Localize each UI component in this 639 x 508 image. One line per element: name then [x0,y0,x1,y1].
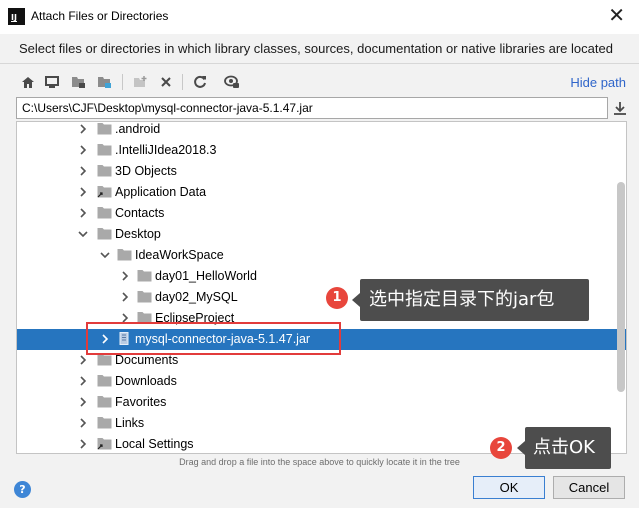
cancel-button[interactable]: Cancel [553,476,625,499]
chevron-right-icon[interactable] [119,291,131,303]
annotation-badge-2: 2 [490,437,512,459]
folder-icon [97,122,112,135]
chevron-right-icon[interactable] [77,144,89,156]
tree-row[interactable]: Application Data [17,182,626,203]
annotation-callout-1: 选中指定目录下的jar包 [352,279,589,321]
tree-row-label: 3D Objects [115,164,177,178]
tree-row-label: .IntelliJIdea2018.3 [115,143,217,157]
chevron-right-icon[interactable] [77,207,89,219]
folder-link-icon [97,185,112,198]
tree-row-label: Contacts [115,206,165,220]
tree-row-label: Downloads [115,374,177,388]
chevron-right-icon[interactable] [77,186,89,198]
chevron-right-icon[interactable] [77,438,89,450]
window-title: Attach Files or Directories [31,9,169,23]
module-folder-icon[interactable] [94,72,114,92]
chevron-right-icon[interactable] [77,417,89,429]
tree-row[interactable]: .IntelliJIdea2018.3 [17,140,626,161]
close-icon[interactable]: ✕ [608,5,625,25]
help-icon[interactable]: ? [14,481,31,498]
tree-row[interactable]: .android [17,122,626,140]
tree-row-label: Favorites [115,395,167,409]
dialog-description: Select files or directories in which lib… [19,41,613,56]
annotation-badge-1: 1 [326,287,348,309]
tree-row-label: Links [115,416,145,430]
home-icon[interactable] [18,72,38,92]
chevron-down-icon[interactable] [99,249,111,261]
folder-icon [137,269,152,282]
folder-icon [97,395,112,408]
tree-row[interactable]: Contacts [17,203,626,224]
chevron-right-icon[interactable] [77,375,89,387]
folder-icon [117,248,132,261]
tree-row[interactable]: Favorites [17,392,626,413]
project-folder-icon[interactable] [68,72,88,92]
ok-button[interactable]: OK [473,476,545,499]
folder-icon [97,227,112,240]
tree-row-label: IdeaWorkSpace [135,248,224,262]
tree-row-label: Application Data [115,185,207,199]
chevron-right-icon[interactable] [77,396,89,408]
tree-row[interactable]: 3D Objects [17,161,626,182]
toolbar-separator [182,74,183,90]
tree-row[interactable]: Downloads [17,371,626,392]
tree-row-label: Documents [115,353,179,367]
selection-highlight-box [86,322,341,355]
hide-path-link[interactable]: Hide path [570,75,626,90]
download-icon[interactable] [611,99,629,117]
annotation-callout-2: 点击OK [517,427,611,469]
chevron-right-icon[interactable] [77,354,89,366]
folder-icon [97,206,112,219]
folder-icon [97,164,112,177]
tree-row[interactable]: Desktop [17,224,626,245]
chevron-down-icon[interactable] [77,228,89,240]
new-folder-icon[interactable] [130,72,150,92]
divider [0,63,639,64]
tree-scrollbar[interactable] [617,182,625,392]
folder-link-icon [97,437,112,450]
tree-row[interactable]: IdeaWorkSpace [17,245,626,266]
tree-row-label: day02_MySQL [155,290,238,304]
chevron-right-icon[interactable] [77,165,89,177]
folder-icon [137,290,152,303]
tree-row-label: day01_HelloWorld [155,269,257,283]
refresh-icon[interactable] [190,72,210,92]
folder-icon [97,143,112,156]
path-input[interactable]: C:\Users\CJF\Desktop\mysql-connector-jav… [16,97,608,119]
chevron-right-icon[interactable] [119,270,131,282]
folder-icon [97,374,112,387]
delete-icon[interactable] [156,72,176,92]
desktop-icon[interactable] [42,72,62,92]
show-hidden-icon[interactable] [222,72,242,92]
folder-icon [97,416,112,429]
tree-row-label: Desktop [115,227,161,241]
intellij-logo-icon: IJ [8,8,25,25]
toolbar-separator [122,74,123,90]
tree-row-label: Local Settings [115,437,194,451]
title-bar: IJ Attach Files or Directories ✕ [0,0,639,34]
chevron-right-icon[interactable] [77,123,89,135]
tree-row-label: .android [115,122,161,136]
